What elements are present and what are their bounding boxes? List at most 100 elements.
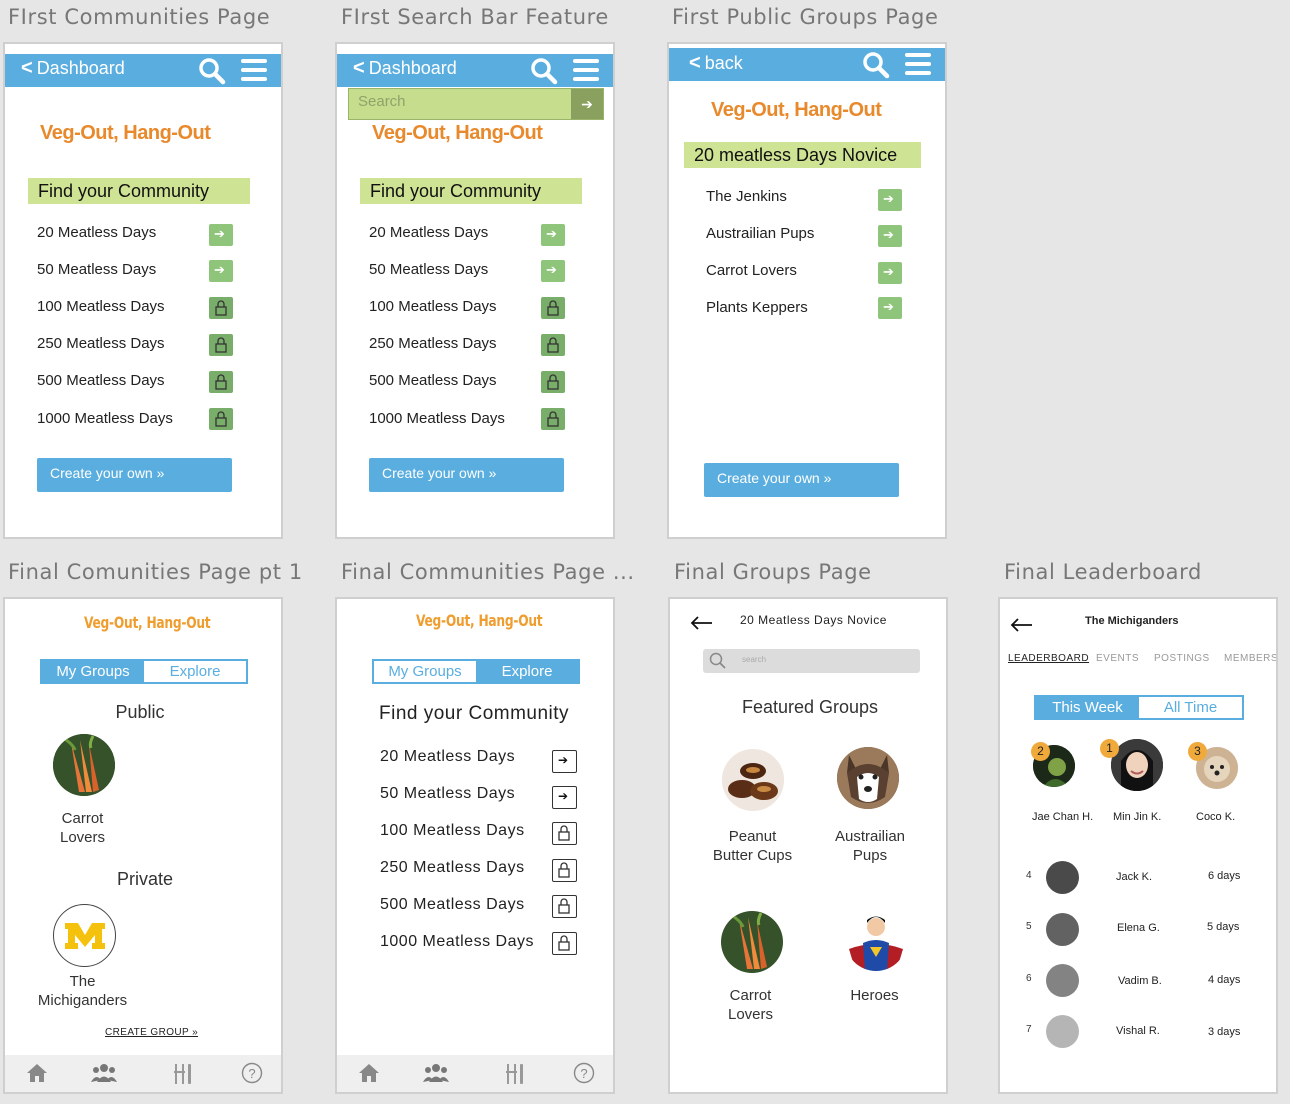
search-submit-button[interactable]: ➔	[571, 89, 603, 119]
tab-events[interactable]: EVENTS	[1096, 653, 1139, 664]
arrow-icon[interactable]	[541, 224, 565, 246]
tab-this-week[interactable]: This Week	[1036, 697, 1139, 718]
peanut-butter-cups-avatar[interactable]	[722, 749, 784, 811]
tab-my-groups[interactable]: My Groups	[42, 661, 144, 682]
page-title: 20 Meatless Days Novice	[740, 613, 887, 627]
featured-groups-heading: Featured Groups	[741, 697, 879, 717]
search-field[interactable]: Search ➔	[348, 88, 604, 120]
home-icon[interactable]	[25, 1062, 49, 1084]
search-icon[interactable]	[530, 57, 558, 85]
app-logo: Veg-Out, Hang-Out	[40, 122, 211, 144]
community-label: 20 Meatless Days	[380, 748, 516, 765]
final-groups-page: 20 Meatless Days Novice search Featured …	[668, 597, 948, 1094]
menu-icon[interactable]	[905, 53, 931, 75]
svg-text:?: ?	[248, 1066, 255, 1081]
michiganders-label: The Michiganders	[37, 973, 128, 1009]
first-search-bar-page: < Dashboard Search ➔ Veg-Out, Hang-Out Fi…	[335, 42, 615, 539]
back-arrow-icon[interactable]	[1010, 618, 1034, 632]
tab-my-groups[interactable]: My Groups	[374, 661, 476, 682]
tab-members[interactable]: MEMBERS	[1224, 653, 1276, 664]
public-heading: Public	[115, 702, 165, 722]
list-rank: 4	[1026, 870, 1032, 881]
find-community-heading: Find your Community	[379, 703, 570, 724]
community-label: 50 Meatless Days	[380, 785, 516, 802]
community-label: 500 Meatless Days	[369, 372, 497, 389]
tab-explore[interactable]: Explore	[476, 661, 578, 682]
svg-text:?: ?	[580, 1066, 587, 1081]
list-rank: 6	[1026, 973, 1032, 984]
final-communities-page-1: Veg-Out, Hang-Out My Groups Explore Publ…	[3, 597, 283, 1094]
community-label: 1000 Meatless Days	[380, 933, 534, 950]
lock-icon	[209, 297, 233, 319]
arrow-icon[interactable]	[552, 786, 577, 809]
carrot-lovers-label: Carrot Lovers	[59, 810, 106, 846]
dashboard-link[interactable]: < Dashboard	[353, 57, 457, 80]
create-your-own-button[interactable]: Create your own »	[704, 463, 899, 497]
podium-name: Coco K.	[1196, 811, 1236, 823]
carrot-lovers-avatar[interactable]	[53, 734, 115, 796]
people-icon[interactable]	[91, 1062, 117, 1084]
community-label: 100 Meatless Days	[37, 298, 165, 315]
arrow-icon[interactable]	[878, 189, 902, 211]
menu-icon[interactable]	[573, 59, 599, 81]
heroes-avatar[interactable]	[845, 909, 907, 971]
austrailian-pups-avatar[interactable]	[837, 747, 899, 809]
member-name: Elena G.	[1117, 922, 1160, 934]
member-days: 3 days	[1208, 1026, 1241, 1038]
utensils-icon[interactable]	[505, 1062, 525, 1086]
peanut-butter-cups-label: Peanut Butter Cups	[712, 828, 793, 864]
find-community-heading: Find your Community	[360, 178, 582, 204]
arrow-icon[interactable]	[541, 260, 565, 282]
community-label: 500 Meatless Days	[380, 896, 525, 913]
search-icon[interactable]	[198, 57, 226, 85]
search-input[interactable]: search	[703, 649, 920, 673]
create-your-own-button[interactable]: Create your own »	[369, 458, 564, 492]
carrot-lovers-avatar[interactable]	[721, 911, 783, 973]
page-title: The Michiganders	[1085, 615, 1179, 627]
member-avatar	[1046, 1015, 1079, 1048]
lock-icon	[552, 895, 577, 918]
arrow-icon[interactable]	[209, 260, 233, 282]
private-heading: Private	[116, 869, 174, 889]
member-days: 6 days	[1208, 870, 1241, 882]
group-list-heading: 20 meatless Days Novice	[684, 142, 921, 168]
tab-explore[interactable]: Explore	[144, 661, 246, 682]
arrow-icon[interactable]	[878, 225, 902, 247]
people-icon[interactable]	[423, 1062, 449, 1084]
rank-badge: 1	[1100, 739, 1119, 758]
lock-icon	[552, 859, 577, 882]
bottom-nav: ?	[337, 1055, 613, 1092]
menu-icon[interactable]	[241, 59, 267, 81]
dashboard-label: Dashboard	[36, 58, 125, 78]
tab-all-time[interactable]: All Time	[1139, 697, 1242, 718]
header-bar: < back	[669, 48, 945, 81]
arrow-icon[interactable]	[209, 224, 233, 246]
help-icon[interactable]: ?	[241, 1062, 263, 1084]
lock-icon	[209, 334, 233, 356]
tab-leaderboard[interactable]: LEADERBOARD	[1008, 653, 1089, 664]
arrow-icon[interactable]	[878, 297, 902, 319]
create-group-link[interactable]: CREATE GROUP »	[105, 1027, 198, 1038]
search-icon[interactable]	[862, 51, 890, 79]
tab-postings[interactable]: POSTINGS	[1154, 653, 1210, 664]
michiganders-avatar[interactable]	[53, 904, 116, 967]
community-label: 20 Meatless Days	[37, 224, 157, 241]
list-rank: 7	[1026, 1024, 1032, 1035]
first-communities-page: < Dashboard Veg-Out, Hang-Out Find your C…	[3, 42, 283, 539]
member-name: Jack K.	[1116, 871, 1153, 883]
back-link[interactable]: < back	[689, 52, 743, 75]
member-name: Vadim B.	[1118, 975, 1162, 987]
rank-badge: 2	[1031, 742, 1050, 761]
member-name: Vishal R.	[1116, 1025, 1160, 1037]
dashboard-link[interactable]: < Dashboard	[21, 57, 125, 80]
create-your-own-button[interactable]: Create your own »	[37, 458, 232, 492]
arrow-icon[interactable]	[878, 262, 902, 284]
utensils-icon[interactable]	[173, 1062, 193, 1086]
help-icon[interactable]: ?	[573, 1062, 595, 1084]
back-arrow-icon[interactable]	[690, 616, 714, 630]
home-icon[interactable]	[357, 1062, 381, 1084]
arrow-icon[interactable]	[552, 750, 577, 773]
frame-title: Final Comunities Page pt 1	[8, 560, 303, 584]
lock-icon	[552, 932, 577, 955]
list-rank: 5	[1026, 921, 1032, 932]
